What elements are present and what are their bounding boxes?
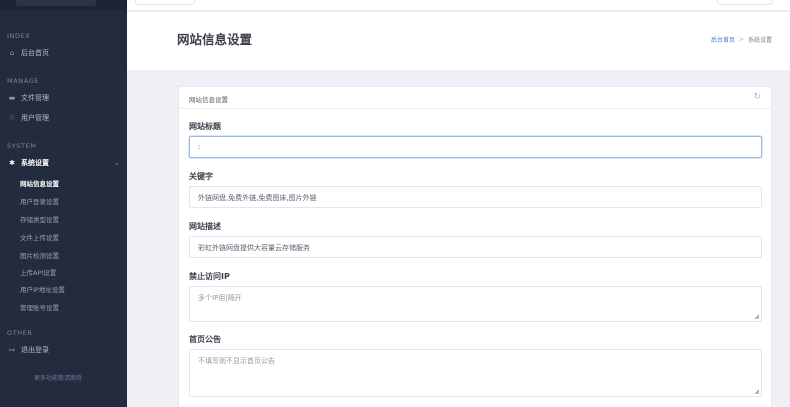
breadcrumb-home-link[interactable]: 后台首页 [711, 35, 735, 44]
topbar-button-left[interactable] [135, 0, 195, 5]
breadcrumb-separator: > [738, 36, 744, 43]
sidebar-item-label: 文件管理 [21, 94, 49, 102]
keywords-input[interactable]: 外链网盘,免费外链,免费图床,图片外链 [189, 186, 762, 208]
sidebar-logo-area[interactable] [16, 0, 96, 6]
refresh-icon[interactable]: ↻ [753, 92, 761, 102]
sidebar-item-users[interactable]: ☃ 用户管理 [7, 112, 49, 124]
page-header: 网站信息设置 后台首页 > 系统设置 [127, 12, 790, 70]
announcement-label: 首页公告 [189, 335, 221, 344]
description-input[interactable]: 彩虹外链网盘提供大容量云存储服务 [189, 236, 762, 258]
resize-grip-icon[interactable]: ◢ [754, 388, 759, 395]
sidebar-item-home[interactable]: ⌂ 后台首页 [7, 47, 49, 59]
section-manage: MANAGE [7, 77, 39, 85]
sidebar-item-label: 系统设置 [21, 159, 49, 167]
sidebar-subitem-image-check[interactable]: 图片检测设置 [20, 251, 59, 261]
top-navbar [127, 0, 790, 11]
site-title-label: 网站标题 [189, 122, 221, 131]
sidebar-topbar [0, 0, 127, 10]
site-title-input[interactable]: : [189, 136, 762, 158]
sidebar-item-label: 后台首页 [21, 49, 49, 57]
section-other: OTHER [7, 329, 33, 337]
gear-icon: ✱ [9, 159, 15, 167]
sidebar-footer-note: 更多功能敬请期待 [34, 375, 83, 382]
settings-card: 网站信息设置 ↻ 网站标题 : 关键字 外链网盘,免费外链,免费图床,图片外链 … [178, 86, 772, 407]
home-icon: ⌂ [9, 49, 15, 57]
card-title: 网站信息设置 [189, 96, 228, 104]
breadcrumb: 后台首页 > 系统设置 [711, 35, 772, 44]
blocked-ip-textarea[interactable]: 多个IP用|隔开 ◢ [189, 286, 762, 322]
sidebar-item-label: 用户管理 [21, 114, 49, 122]
page-title: 网站信息设置 [177, 32, 253, 47]
card-header: 网站信息设置 ↻ [179, 87, 771, 109]
sidebar-subitem-admin[interactable]: 管理账号设置 [20, 303, 59, 313]
logout-icon: ↦ [9, 346, 15, 354]
blocked-ip-label: 禁止访问IP [189, 272, 230, 281]
section-index: INDEX [7, 32, 31, 40]
section-system: SYSTEM [7, 142, 37, 150]
sidebar-item-label: 退出登录 [21, 346, 49, 354]
description-label: 网站描述 [189, 222, 221, 231]
sidebar-subitem-api[interactable]: 上传API设置 [20, 268, 56, 278]
sidebar-item-logout[interactable]: ↦ 退出登录 [7, 344, 49, 356]
folder-icon: ▬ [8, 94, 16, 102]
resize-grip-icon[interactable]: ◢ [754, 313, 759, 320]
blocked-ip-placeholder: 多个IP用|隔开 [198, 294, 242, 302]
sidebar-subitem-upload[interactable]: 文件上传设置 [20, 233, 59, 243]
sidebar-subitem-login[interactable]: 用户登录设置 [20, 197, 59, 207]
sidebar-item-files[interactable]: ▬ 文件管理 [7, 92, 49, 104]
sidebar: INDEX ⌂ 后台首页 MANAGE ▬ 文件管理 ☃ 用户管理 SYSTEM… [0, 0, 127, 407]
announcement-textarea[interactable]: 不填写则不显示首页公告 ◢ [189, 349, 762, 397]
keywords-label: 关键字 [189, 172, 213, 181]
sidebar-subitem-site-info[interactable]: 网站信息设置 [20, 179, 59, 189]
announcement-placeholder: 不填写则不显示首页公告 [198, 357, 275, 365]
users-icon: ☃ [8, 114, 16, 122]
chevron-down-icon[interactable]: ⌄ [114, 159, 120, 167]
sidebar-subitem-ip[interactable]: 用户IP地址设置 [20, 285, 65, 295]
breadcrumb-current: 系统设置 [747, 37, 772, 44]
topbar-button-right[interactable] [717, 0, 773, 5]
sidebar-item-settings[interactable]: ✱ 系统设置 [7, 157, 49, 169]
sidebar-subitem-storage[interactable]: 存储类型设置 [20, 215, 59, 225]
